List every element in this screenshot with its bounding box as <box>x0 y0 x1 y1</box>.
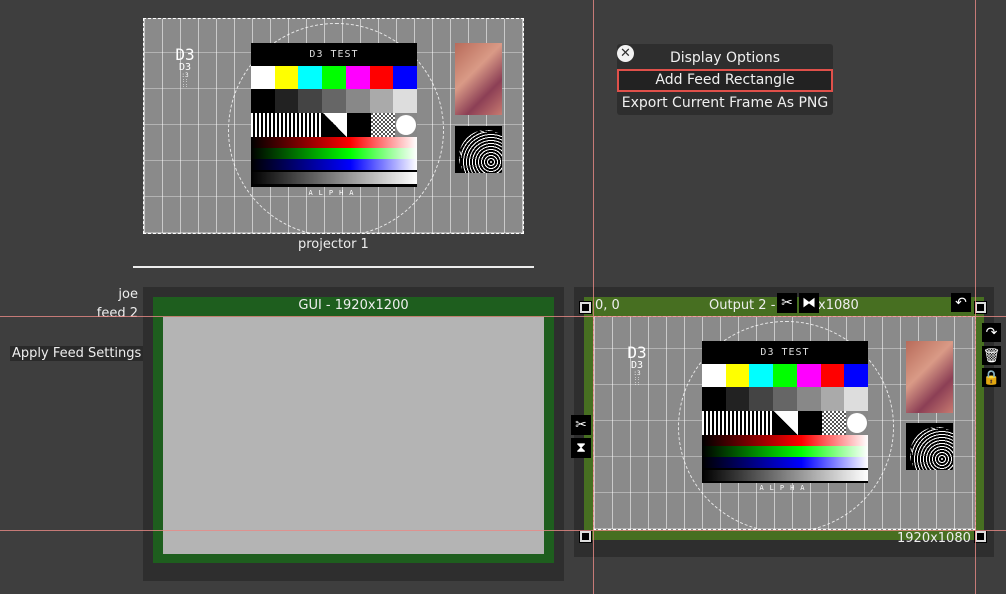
gray-gradient <box>702 470 868 481</box>
output-origin: 0, 0 <box>595 298 620 313</box>
feed-label: feed 2 <box>96 306 138 321</box>
gray-gradient <box>251 172 417 184</box>
card-title: D3 TEST <box>760 347 810 358</box>
green-gradient <box>251 148 417 159</box>
trash-icon[interactable]: 🗑 <box>982 346 1001 365</box>
scissors-icon[interactable]: ✂ <box>571 415 591 435</box>
d3-logo: D3 D3 :3 :: :: <box>175 45 195 89</box>
color-bars <box>251 66 418 89</box>
gui-canvas[interactable] <box>163 317 544 554</box>
resolution-row <box>702 411 868 435</box>
portrait-image <box>455 43 502 115</box>
spiral-pattern <box>455 126 502 173</box>
guide-line-vertical-left <box>593 0 594 594</box>
projector-label: projector 1 <box>298 237 369 252</box>
test-card: D3 TEST <box>702 341 869 483</box>
d3-logo: D3 D3 :3 :: :: <box>627 343 647 387</box>
alpha-label: ALPHA <box>308 189 360 197</box>
output-feed-rectangle[interactable]: D3 D3 :3 :: :: D3 TEST ALPHA <box>593 316 976 530</box>
projector-preview[interactable]: D3 D3 :3 :: :: D3 TEST ALPHA <box>143 18 524 234</box>
resize-handle-top-left[interactable] <box>579 301 592 314</box>
menu-item-add-feed-rectangle[interactable]: Add Feed Rectangle <box>617 69 833 92</box>
test-card: D3 TEST <box>251 43 418 187</box>
spiral-pattern <box>906 423 953 470</box>
color-bars <box>702 364 869 387</box>
resize-handle-bottom-right[interactable] <box>974 530 987 543</box>
redo-icon[interactable]: ↷ <box>982 323 1001 342</box>
blue-gradient <box>702 457 868 468</box>
gray-bars <box>702 387 869 411</box>
flip-icon[interactable]: ⧓ <box>799 293 819 313</box>
red-gradient <box>702 435 868 446</box>
menu-item-export-png[interactable]: Export Current Frame As PNG <box>617 93 833 113</box>
blue-gradient <box>251 159 417 170</box>
gray-bars <box>251 89 418 113</box>
alpha-label: ALPHA <box>759 484 811 492</box>
lock-icon[interactable]: 🔒 <box>982 368 1001 387</box>
output-size: 1920x1080 <box>897 531 971 546</box>
red-gradient <box>251 137 417 148</box>
gui-frame: GUI - 1920x1200 <box>153 297 554 563</box>
scissors-icon[interactable]: ✂ <box>777 293 797 313</box>
resize-handle-top-right[interactable] <box>974 301 987 314</box>
divider <box>133 266 534 268</box>
portrait-image <box>906 341 953 413</box>
gui-panel: GUI - 1920x1200 <box>143 287 564 581</box>
flip-vertical-icon[interactable]: ⧗ <box>571 438 591 458</box>
gui-title: GUI - 1920x1200 <box>298 298 409 313</box>
guide-line-horizontal-bottom <box>0 530 1006 531</box>
user-label: joe <box>118 287 138 302</box>
guide-line-vertical-right <box>975 0 976 594</box>
guide-line-horizontal-top <box>0 316 1006 317</box>
resize-handle-bottom-left[interactable] <box>579 530 592 543</box>
apply-feed-settings-button[interactable]: Apply Feed Settings <box>10 346 144 361</box>
output-title-right: x1080 <box>818 298 859 313</box>
card-title: D3 TEST <box>309 49 359 60</box>
resolution-row <box>251 113 417 137</box>
undo-icon[interactable]: ↶ <box>951 293 971 312</box>
menu-title: Display Options <box>669 50 781 66</box>
display-options-menu: ✕ Display Options Add Feed Rectangle Exp… <box>617 44 833 115</box>
output-title-left: Output 2 - <box>709 298 776 313</box>
green-gradient <box>702 446 868 457</box>
